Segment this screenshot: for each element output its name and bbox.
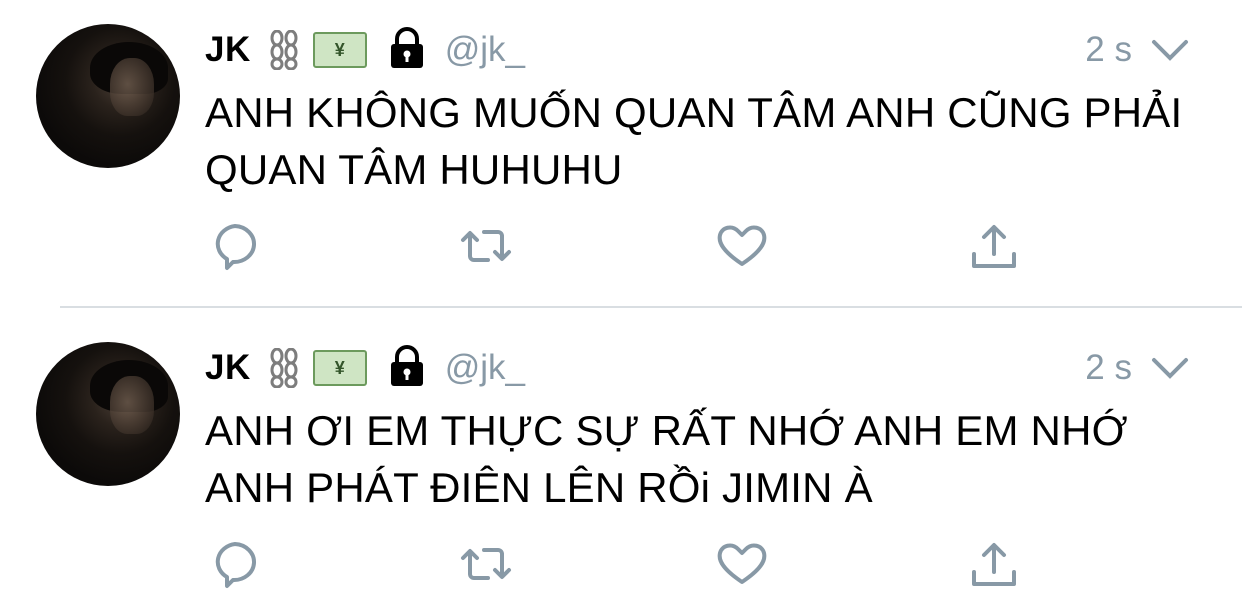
lock-icon: [367, 26, 429, 75]
avatar[interactable]: [36, 24, 180, 168]
tweet-divider: [60, 306, 1242, 308]
share-icon[interactable]: [966, 536, 1022, 592]
like-icon[interactable]: [714, 218, 770, 274]
avatar[interactable]: [36, 342, 180, 486]
avatar-face: [110, 58, 154, 116]
user-handle[interactable]: @jk_: [445, 30, 525, 70]
user-handle[interactable]: @jk_: [445, 348, 525, 388]
tweet-header: JK ¥ @jk_: [205, 26, 525, 75]
chain-icon: [269, 348, 299, 388]
share-icon[interactable]: [966, 218, 1022, 274]
chain-icon: [269, 30, 299, 70]
display-name[interactable]: JK: [205, 30, 251, 70]
like-icon[interactable]: [714, 536, 770, 592]
avatar-face: [110, 376, 154, 434]
money-icon: ¥: [312, 350, 367, 386]
tweet-actions: [0, 218, 1242, 278]
lock-icon: [367, 344, 429, 393]
reply-icon[interactable]: [208, 536, 264, 592]
reply-icon[interactable]: [208, 218, 264, 274]
money-icon: ¥: [312, 32, 367, 68]
timestamp: 2 s: [1085, 30, 1132, 69]
tweet-text: ANH ƠI EM THỰC SỰ RẤT NHỚ ANH EM NHỚ ANH…: [205, 407, 1128, 511]
retweet-icon[interactable]: [458, 218, 514, 274]
tweet-actions: [0, 536, 1242, 596]
display-name[interactable]: JK: [205, 348, 251, 388]
tweet-header: JK ¥ @jk_: [205, 344, 525, 393]
retweet-icon[interactable]: [458, 536, 514, 592]
timestamp: 2 s: [1085, 348, 1132, 387]
tweet-text: ANH KHÔNG MUỐN QUAN TÂM ANH CŨNG PHẢI QU…: [205, 89, 1183, 193]
